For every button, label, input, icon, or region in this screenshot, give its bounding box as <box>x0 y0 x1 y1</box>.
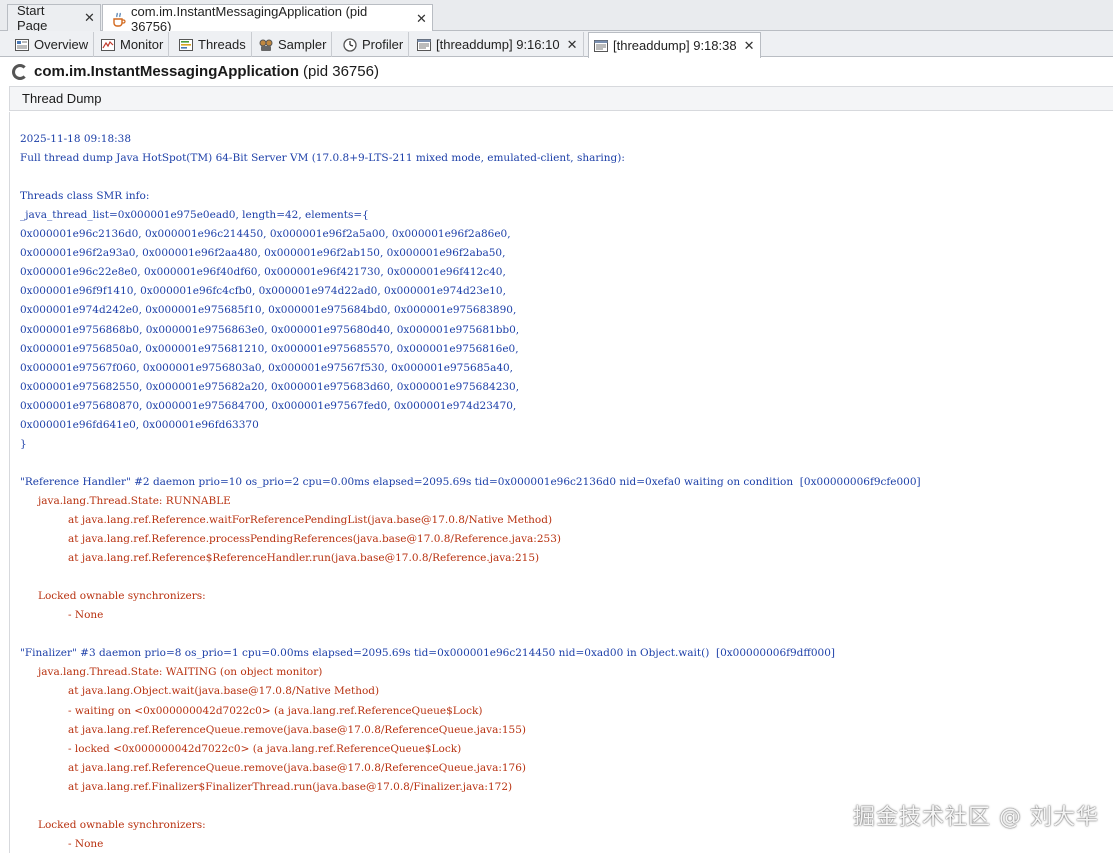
threaddump-icon <box>416 37 432 53</box>
dump-line: Locked ownable synchronizers: <box>38 590 206 603</box>
tab-monitor-label: Monitor <box>120 37 164 52</box>
tab-sampler-label: Sampler <box>278 37 327 52</box>
dump-line: - waiting on <0x000000042d7022c0> (a jav… <box>68 704 483 717</box>
threads-icon <box>178 37 194 53</box>
thread-dump-text-area[interactable]: 2025-11-18 09:18:38 Full thread dump Java… <box>9 112 1113 853</box>
watermark: 掘金技术社区 @ 刘大华 <box>853 805 1099 830</box>
tab-start-page-label: Start Page <box>17 3 48 33</box>
dump-line: java.lang.Thread.State: RUNNABLE <box>38 494 231 507</box>
page-title-pid: (pid 36756) <box>303 63 379 80</box>
dump-line: at java.lang.Object.wait(java.base@17.0.… <box>68 685 380 698</box>
page-title: com.im.InstantMessagingApplication <box>34 63 300 80</box>
dump-line: at java.lang.ref.ReferenceQueue.remove(j… <box>68 761 527 774</box>
tab-sampler[interactable]: Sampler <box>254 32 333 57</box>
dump-line: 0x000001e975680870, 0x000001e975684700, … <box>20 399 517 412</box>
tab-profiler-label: Profiler <box>362 37 404 52</box>
dump-line: 0x000001e9756868b0, 0x000001e9756863e0, … <box>20 323 520 336</box>
tab-profiler[interactable]: Profiler <box>338 32 410 57</box>
page-title-bar: com.im.InstantMessagingApplication (pid … <box>0 57 1113 86</box>
dump-line: - locked <0x000000042d7022c0> (a java.la… <box>68 742 462 755</box>
dump-line: at java.lang.ref.Reference$ReferenceHand… <box>68 552 540 565</box>
overview-icon <box>14 37 30 53</box>
dump-line: at java.lang.ref.Reference.processPendin… <box>68 533 561 546</box>
dump-line: 0x000001e96f9f1410, 0x000001e96fc4cfb0, … <box>20 285 506 298</box>
dump-line: 0x000001e97567f060, 0x000001e9756803a0, … <box>20 361 514 374</box>
tab-application[interactable]: com.im.InstantMessagingApplication (pid … <box>102 3 433 34</box>
dump-line: at java.lang.ref.Reference.waitForRefere… <box>68 514 553 526</box>
view-tab-bar: Overview Monitor Threads Sampler Profile… <box>0 31 1113 58</box>
dump-line: 0x000001e96fd641e0, 0x000001e96fd63370 <box>20 418 259 431</box>
dump-line: 0x000001e9756850a0, 0x000001e975681210, … <box>20 342 519 355</box>
dump-line: Locked ownable synchronizers: <box>38 818 206 831</box>
tab-threads-label: Threads <box>198 37 246 52</box>
dump-line: 0x000001e96c2136d0, 0x000001e96c214450, … <box>20 228 511 241</box>
tab-application-label: com.im.InstantMessagingApplication (pid … <box>131 3 368 34</box>
sampler-icon <box>258 37 274 53</box>
spinner-icon <box>12 63 28 80</box>
dump-line: _java_thread_list=0x000001e975e0ead0, le… <box>20 209 369 222</box>
java-cup-icon <box>112 11 126 27</box>
close-icon[interactable]: ✕ <box>567 37 578 53</box>
tab-start-page[interactable]: Start Page ✕ <box>7 3 101 33</box>
dump-line: Full thread dump Java HotSpot(TM) 64-Bit… <box>20 152 625 165</box>
dump-line: - None <box>68 609 104 622</box>
dump-line: 2025-11-18 09:18:38 <box>20 133 132 145</box>
threaddump-icon <box>593 38 609 54</box>
dump-line: - None <box>68 837 104 850</box>
tab-monitor[interactable]: Monitor <box>96 32 170 57</box>
dump-line: at java.lang.ref.Finalizer$FinalizerThre… <box>68 780 513 793</box>
dump-line: "Reference Handler" #2 daemon prio=10 os… <box>20 475 921 488</box>
document-tab-bar: Start Page ✕ com.im.InstantMessagingAppl… <box>0 0 1113 34</box>
dump-line: } <box>20 437 27 450</box>
dump-line: "Finalizer" #3 daemon prio=8 os_prio=1 c… <box>20 647 836 660</box>
dump-line: 0x000001e975682550, 0x000001e975682a20, … <box>20 380 520 393</box>
tab-overview[interactable]: Overview <box>10 32 95 57</box>
close-icon[interactable]: ✕ <box>416 11 427 27</box>
thread-dump-section-header: Thread Dump <box>9 86 1113 111</box>
dump-line: java.lang.Thread.State: WAITING (on obje… <box>38 666 323 679</box>
dump-line: at java.lang.ref.ReferenceQueue.remove(j… <box>68 723 527 736</box>
tab-threaddump-2[interactable]: [threaddump] 9:18:38 ✕ <box>588 32 761 58</box>
close-icon[interactable]: ✕ <box>744 38 755 54</box>
tab-threaddump-1[interactable]: [threaddump] 9:16:10 ✕ <box>412 32 584 57</box>
tab-overview-label: Overview <box>34 37 89 52</box>
dump-line: 0x000001e96c22e8e0, 0x000001e96f40df60, … <box>20 266 506 279</box>
profiler-icon <box>342 37 358 53</box>
tab-threads[interactable]: Threads <box>174 32 252 57</box>
dump-line: 0x000001e974d242e0, 0x000001e975685f10, … <box>20 304 517 317</box>
dump-line: Threads class SMR info: <box>20 190 150 203</box>
tab-threaddump-2-label: [threaddump] 9:18:38 <box>613 38 737 53</box>
dump-line: 0x000001e96f2a93a0, 0x000001e96f2aa480, … <box>20 247 506 260</box>
tab-threaddump-1-label: [threaddump] 9:16:10 <box>436 37 560 52</box>
monitor-icon <box>100 37 116 53</box>
close-icon[interactable]: ✕ <box>84 10 95 26</box>
section-title: Thread Dump <box>22 91 102 106</box>
